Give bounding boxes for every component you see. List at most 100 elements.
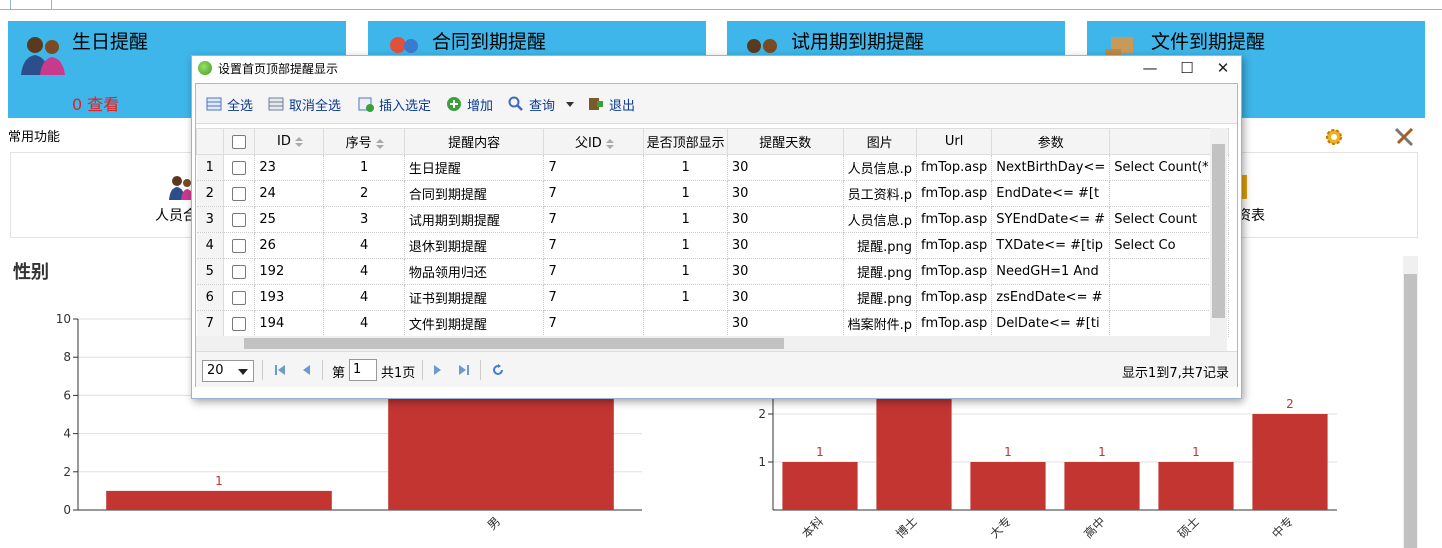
cell-show: 1 [643, 206, 728, 233]
row-checkbox[interactable] [232, 316, 247, 331]
table-row[interactable]: 1 23 1 生日提醒 7 1 30 人员信息.p fmTop.asp NextBirthDay<… [196, 154, 1229, 181]
cell-param: NeedGH=1 And [991, 258, 1111, 285]
add-label: 增加 [467, 98, 494, 114]
col-header-show-top[interactable]: 是否顶部显示 [643, 128, 728, 155]
last-page-icon[interactable] [458, 364, 470, 376]
cell-id: 193 [254, 284, 325, 311]
cell-id: 25 [254, 206, 325, 233]
x-tick-label: 大专 [987, 514, 1015, 542]
page-total: 共1页 [381, 366, 416, 381]
col-header-param[interactable]: 参数 [991, 128, 1111, 155]
dialog-titlebar[interactable]: 设置首页顶部提醒显示 — ☐ ✕ [192, 56, 1241, 80]
y-tick-label: 10 [56, 312, 71, 326]
cell-param: DelDate<= #[ti [991, 310, 1111, 337]
cell-url: fmTop.asp [916, 154, 993, 181]
cell-content: 证书到期提醒 [404, 284, 545, 311]
refresh-icon[interactable] [492, 364, 504, 376]
cell-content: 试用期到期提醒 [404, 206, 545, 233]
exit-button[interactable]: 退出 [588, 95, 635, 114]
checkall-header[interactable] [223, 128, 256, 155]
deselect-all-button[interactable]: 取消全选 [268, 95, 341, 114]
record-info: 显示1到7,共7记录 [1122, 366, 1229, 381]
grid-hscroll-thumb[interactable] [244, 338, 784, 349]
grid-vscroll-thumb[interactable] [1212, 144, 1225, 318]
cell-pid: 7 [543, 232, 645, 259]
bar [970, 462, 1046, 510]
row-checkbox-cell [223, 284, 256, 311]
pager-separator [262, 360, 263, 380]
cell-param: TXDate<= #[tip [991, 232, 1111, 259]
cell-id: 24 [254, 180, 325, 207]
data-label: 1 [816, 445, 824, 459]
col-header-id[interactable]: ID [254, 128, 325, 155]
cell-pid: 7 [543, 154, 645, 181]
page-scrollbar-thumb[interactable] [1404, 274, 1417, 548]
cell-rn: 6 [196, 284, 225, 311]
table-row[interactable]: 4 26 4 退休到期提醒 7 1 30 提醒.png fmTop.asp TXDate<= #[… [196, 232, 1229, 259]
row-checkbox[interactable] [232, 160, 247, 175]
cell-param: SYEndDate<= # [991, 206, 1111, 233]
table-row[interactable]: 3 25 3 试用期到期提醒 7 1 30 人员信息.p fmTop.asp SYEndDate<… [196, 206, 1229, 233]
table-row[interactable]: 7 194 4 文件到期提醒 7 30 档案附件.p fmTop.asp DelDate<= #… [196, 310, 1229, 337]
table-row[interactable]: 6 193 4 证书到期提醒 7 1 30 提醒.png fmTop.asp zsEndDate<… [196, 284, 1229, 311]
birthday-count-link[interactable]: 0 查看 [72, 91, 119, 115]
cell-img: 档案附件.p [843, 310, 917, 337]
row-checkbox[interactable] [232, 212, 247, 227]
education-bar-chart: 1 2 1 本科 博士 1 大专 1 高中 1 硕士 2 中专 [758, 380, 1337, 542]
grid-horizontal-scrollbar[interactable] [196, 336, 1227, 351]
reminder-grid: ID 序号 提醒内容 父ID 是否顶部显示 提醒天数 图片 Url 参数 1 23… [196, 128, 1229, 338]
tools-icon[interactable] [1393, 126, 1415, 148]
y-tick-label: 4 [63, 427, 71, 441]
x-tick-label: 高中 [1081, 514, 1109, 542]
select-all-button[interactable]: 全选 [206, 95, 253, 114]
first-page-icon[interactable] [274, 364, 286, 376]
row-checkbox[interactable] [232, 290, 247, 305]
row-checkbox[interactable] [232, 264, 247, 279]
col-header-image[interactable]: 图片 [842, 128, 917, 155]
cell-rn: 5 [196, 258, 225, 285]
table-row[interactable]: 2 24 2 合同到期提醒 7 1 30 员工资料.p fmTop.asp EndDate<= #… [196, 180, 1229, 207]
col-header-seq[interactable]: 序号 [323, 128, 405, 155]
rownum-header [196, 128, 225, 155]
cell-img: 员工资料.p [843, 180, 917, 207]
table-row[interactable]: 5 192 4 物品领用归还 7 1 30 提醒.png fmTop.asp NeedGH=1 A… [196, 258, 1229, 285]
col-header-url[interactable]: Url [915, 128, 993, 155]
chevron-down-icon[interactable] [566, 101, 575, 107]
next-page-icon[interactable] [432, 364, 444, 376]
grid-vertical-scrollbar[interactable] [1210, 128, 1227, 340]
y-tick-label: 8 [63, 350, 71, 364]
data-label: 1 [1004, 445, 1012, 459]
close-button[interactable]: ✕ [1205, 58, 1241, 78]
dialog-body: 全选 取消全选 插入选定 增加 查询 退出 ID 序号 提醒内容 父ID 是否顶… [195, 83, 1238, 387]
prev-page-icon[interactable] [300, 364, 312, 376]
page-size-value: 20 [207, 363, 224, 378]
row-checkbox[interactable] [232, 186, 247, 201]
row-checkbox-cell [223, 258, 256, 285]
page-number-input[interactable]: 1 [349, 359, 377, 381]
cell-show [643, 310, 728, 337]
col-header-content[interactable]: 提醒内容 [403, 128, 545, 155]
cell-seq: 4 [323, 284, 405, 311]
select-all-checkbox[interactable] [232, 134, 247, 149]
maximize-button[interactable]: ☐ [1169, 58, 1205, 78]
add-button[interactable]: 增加 [446, 95, 494, 114]
col-header-days[interactable]: 提醒天数 [726, 128, 844, 155]
query-button[interactable]: 查询 [508, 95, 575, 114]
cell-seq: 4 [323, 232, 405, 259]
minimize-button[interactable]: — [1132, 58, 1168, 78]
home-tab[interactable] [10, 0, 52, 10]
insert-selected-button[interactable]: 插入选定 [358, 95, 431, 114]
cell-id: 23 [254, 154, 325, 181]
cell-img: 人员信息.p [843, 154, 917, 181]
row-checkbox[interactable] [232, 238, 247, 253]
cell-id: 192 [254, 258, 325, 285]
view-link[interactable]: 查看 [87, 95, 119, 114]
col-header-parent-id[interactable]: 父ID [543, 128, 645, 155]
bar [1064, 462, 1140, 510]
page-size-select[interactable]: 20 [202, 360, 254, 382]
cell-rn: 2 [196, 180, 225, 207]
page-prefix: 第 [332, 366, 346, 381]
gear-icon[interactable] [1323, 126, 1345, 148]
page-scrollbar[interactable] [1403, 256, 1418, 548]
cell-days: 30 [727, 284, 844, 311]
